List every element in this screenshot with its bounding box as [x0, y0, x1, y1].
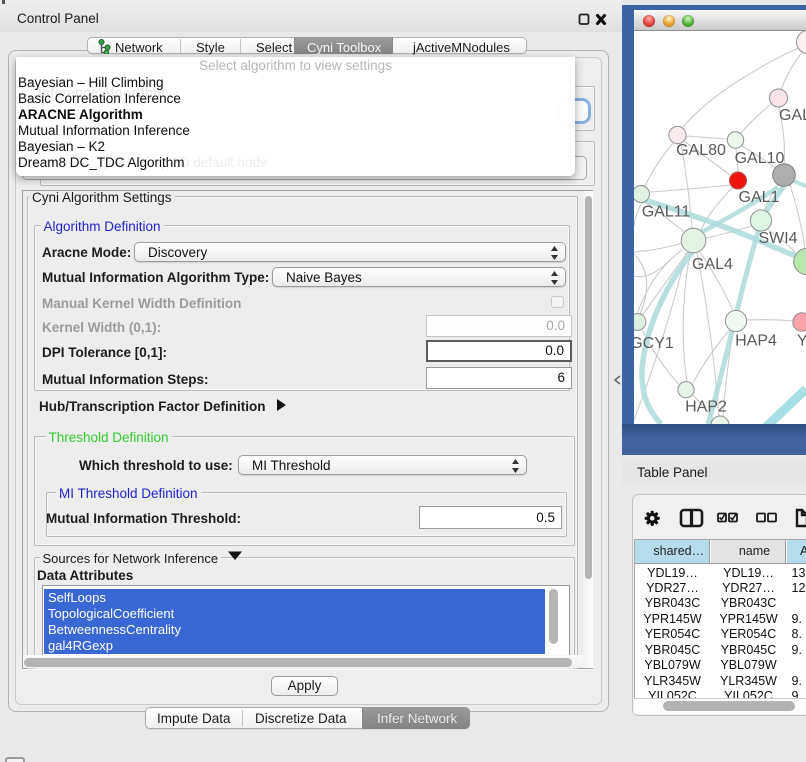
- svg-text:GAL1: GAL1: [739, 189, 780, 206]
- svg-text:SWI4: SWI4: [758, 230, 797, 247]
- svg-text:GCY1: GCY1: [634, 335, 674, 352]
- svg-text:HAP2: HAP2: [685, 399, 727, 416]
- svg-text:GAL4: GAL4: [692, 256, 733, 273]
- svg-text:Y: Y: [797, 333, 806, 350]
- svg-text:GAL: GAL: [779, 107, 806, 124]
- svg-text:GAL80: GAL80: [676, 142, 726, 159]
- svg-text:HAP4: HAP4: [735, 333, 777, 350]
- svg-text:GAL11: GAL11: [642, 204, 691, 221]
- svg-text:GAL10: GAL10: [735, 150, 785, 167]
